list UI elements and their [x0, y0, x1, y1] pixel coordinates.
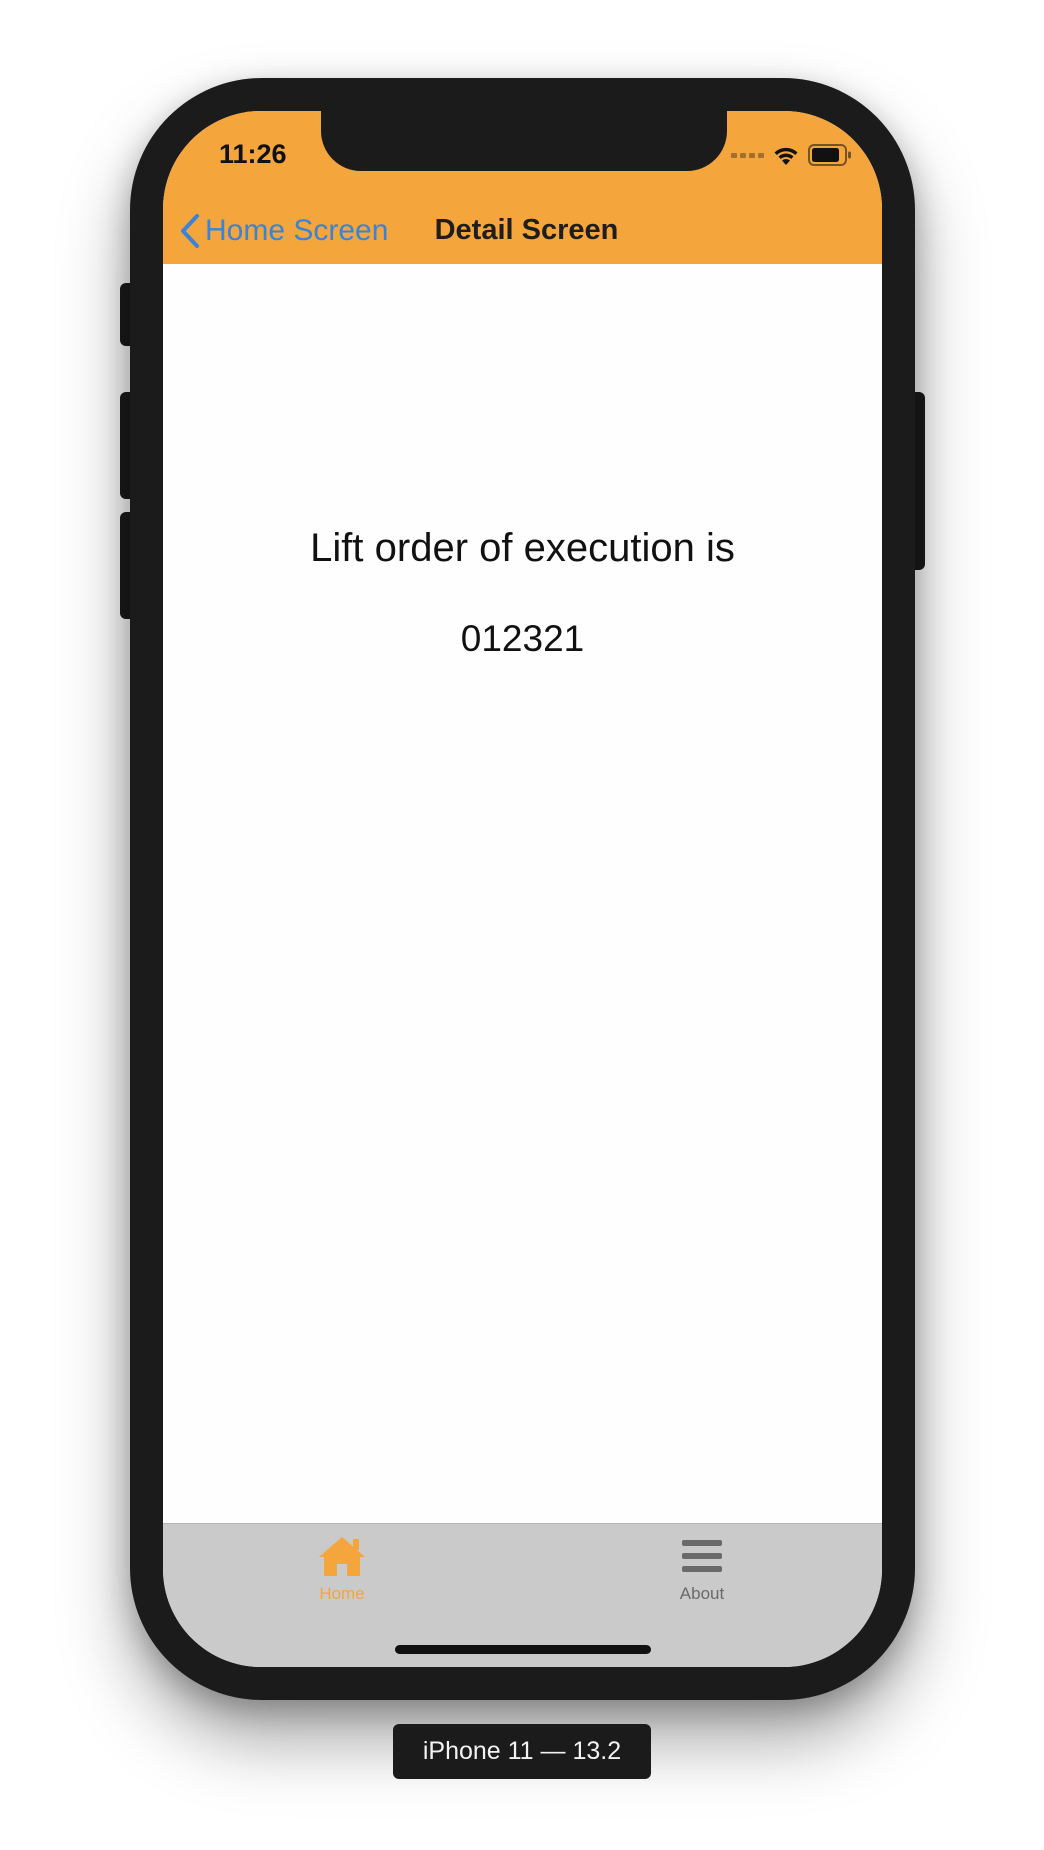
battery-icon — [808, 144, 851, 166]
cellular-signal-icon — [731, 152, 764, 158]
device-caption: iPhone 11 — 13.2 — [393, 1724, 651, 1779]
home-icon — [319, 1537, 365, 1576]
tab-home-label: Home — [319, 1584, 365, 1603]
wifi-icon — [774, 147, 798, 165]
page-title: Detail Screen — [434, 214, 619, 246]
tab-about-label: About — [679, 1584, 725, 1603]
notch — [321, 111, 727, 171]
header-bar: 11:26 Home Screen Detail Screen — [163, 111, 882, 264]
result-value: 012321 — [460, 618, 585, 659]
status-time: 11:26 — [219, 139, 287, 169]
simulator-stage: 11:26 Home Screen Detail Screen Lift ord… — [0, 0, 1044, 1850]
home-indicator[interactable] — [395, 1645, 651, 1654]
navigation-bar: Home Screen Detail Screen — [163, 206, 882, 264]
phone-screen: 11:26 Home Screen Detail Screen Lift ord… — [163, 111, 882, 1667]
status-icons — [731, 144, 852, 166]
result-heading: Lift order of execution is — [310, 526, 735, 570]
tab-about[interactable]: About — [622, 1534, 782, 1624]
menu-icon — [682, 1540, 722, 1572]
tab-home[interactable]: Home — [262, 1534, 422, 1624]
